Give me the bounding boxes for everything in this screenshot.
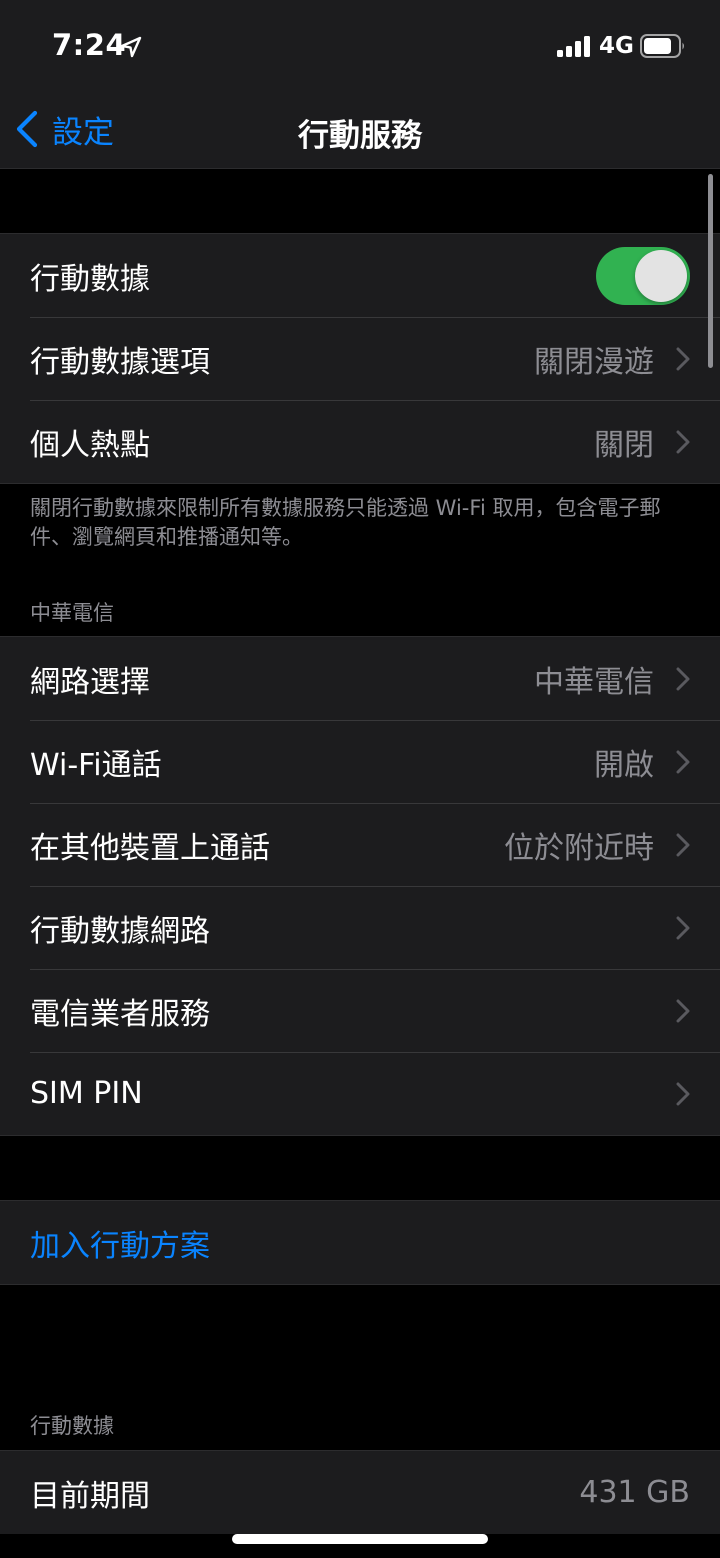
sim-pin-label: SIM PIN bbox=[30, 1076, 143, 1111]
chevron-right-icon bbox=[676, 667, 690, 690]
chevron-right-icon bbox=[676, 999, 690, 1022]
chevron-right-icon bbox=[676, 916, 690, 939]
cellular-data-row[interactable]: 行動數據 bbox=[0, 234, 720, 317]
battery-icon bbox=[640, 34, 684, 58]
add-cellular-plan-link[interactable]: 加入行動方案 bbox=[30, 1221, 210, 1265]
wifi-calling-value: 開啟 bbox=[594, 747, 654, 783]
add-cellular-plan-row[interactable]: 加入行動方案 bbox=[0, 1201, 720, 1284]
carrier-section-header: 中華電信 bbox=[30, 601, 114, 625]
add-plan-group: 加入行動方案 bbox=[0, 1200, 720, 1285]
current-period-label: 目前期間 bbox=[30, 1478, 150, 1514]
network-selection-value: 中華電信 bbox=[534, 664, 654, 700]
sim-pin-row[interactable]: SIM PIN bbox=[0, 1052, 720, 1135]
wifi-calling-label: Wi-Fi通話 bbox=[30, 747, 162, 783]
chevron-right-icon bbox=[676, 833, 690, 856]
cellular-data-options-row[interactable]: 行動數據選項 關閉漫遊 bbox=[0, 317, 720, 400]
cellular-usage-section-header: 行動數據 bbox=[30, 1414, 114, 1438]
chevron-right-icon bbox=[676, 1082, 690, 1105]
cellular-data-network-row[interactable]: 行動數據網路 bbox=[0, 886, 720, 969]
navigation-bar: 設定 行動服務 bbox=[0, 90, 720, 169]
scroll-indicator[interactable] bbox=[708, 174, 713, 368]
cellular-data-network-label: 行動數據網路 bbox=[30, 913, 210, 949]
location-arrow-icon bbox=[120, 36, 142, 58]
calls-on-other-devices-label: 在其他裝置上通話 bbox=[30, 830, 270, 866]
home-indicator[interactable] bbox=[232, 1534, 488, 1544]
personal-hotspot-row[interactable]: 個人熱點 關閉 bbox=[0, 400, 720, 483]
chevron-right-icon bbox=[676, 750, 690, 773]
current-period-row: 目前期間 431 GB bbox=[0, 1451, 720, 1534]
cellular-signal-icon bbox=[557, 36, 590, 57]
cellular-data-options-value: 關閉漫遊 bbox=[534, 344, 654, 380]
status-bar: 7:24 4G bbox=[0, 0, 720, 90]
toggle-knob bbox=[635, 249, 687, 302]
cellular-data-label: 行動數據 bbox=[30, 261, 150, 297]
chevron-right-icon bbox=[676, 430, 690, 453]
cellular-data-toggle[interactable] bbox=[596, 246, 690, 305]
calls-on-other-devices-row[interactable]: 在其他裝置上通話 位於附近時 bbox=[0, 803, 720, 886]
network-type-label: 4G bbox=[599, 33, 634, 59]
current-period-value: 431 GB bbox=[579, 1475, 690, 1510]
page-title: 行動服務 bbox=[298, 118, 422, 154]
network-selection-label: 網路選擇 bbox=[30, 664, 150, 700]
carrier-services-label: 電信業者服務 bbox=[30, 996, 210, 1032]
carrier-group: 網路選擇 中華電信 Wi-Fi通話 開啟 在其他裝置上通話 位於附近時 行動數據… bbox=[0, 636, 720, 1136]
cellular-usage-group: 目前期間 431 GB bbox=[0, 1450, 720, 1534]
cellular-data-group: 行動數據 行動數據選項 關閉漫遊 個人熱點 關閉 bbox=[0, 233, 720, 484]
network-selection-row[interactable]: 網路選擇 中華電信 bbox=[0, 637, 720, 720]
calls-on-other-devices-value: 位於附近時 bbox=[504, 830, 654, 866]
chevron-right-icon bbox=[676, 347, 690, 370]
wifi-calling-row[interactable]: Wi-Fi通話 開啟 bbox=[0, 720, 720, 803]
cellular-data-footer-note: 關閉行動數據來限制所有數據服務只能透過 Wi-Fi 取用，包含電子郵件、瀏覽網頁… bbox=[30, 496, 661, 549]
carrier-services-row[interactable]: 電信業者服務 bbox=[0, 969, 720, 1052]
cellular-data-options-label: 行動數據選項 bbox=[30, 344, 210, 380]
status-time: 7:24 bbox=[52, 28, 127, 62]
personal-hotspot-label: 個人熱點 bbox=[30, 427, 150, 463]
personal-hotspot-value: 關閉 bbox=[594, 427, 654, 463]
